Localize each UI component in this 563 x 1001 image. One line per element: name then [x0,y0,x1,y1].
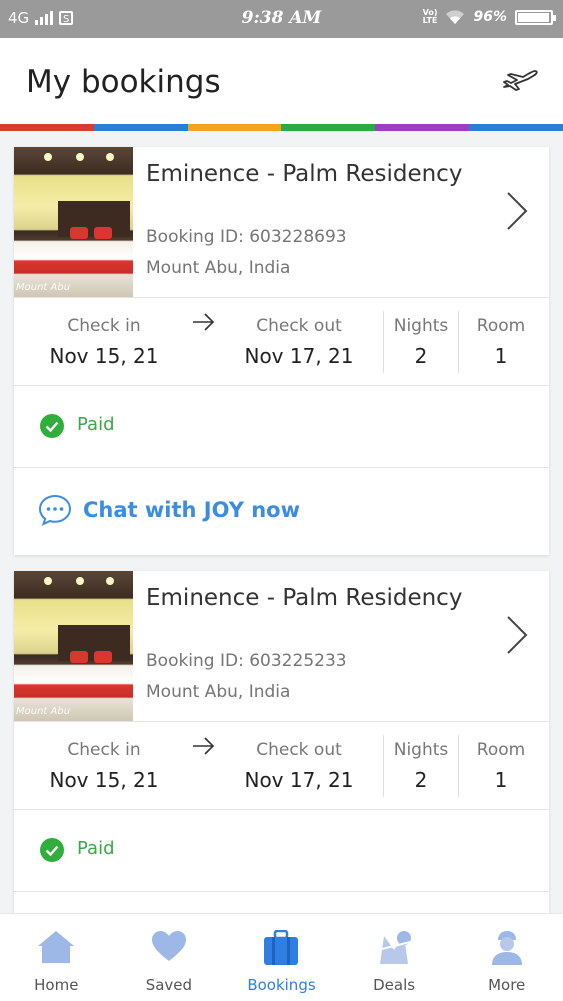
hotel-name: Eminence - Palm Residency [146,585,463,611]
check-out-date: Nov 17, 21 [244,344,354,368]
arrow-right-icon [193,313,215,331]
check-in-date: Nov 15, 21 [49,768,159,792]
check-circle-icon [40,414,64,438]
page-title: My bookings [26,64,221,100]
tab-more-label: More [488,976,526,994]
tab-saved[interactable]: Saved [113,914,226,1001]
check-out-date: Nov 17, 21 [244,768,354,792]
check-in-label: Check in [67,740,141,760]
tab-home[interactable]: Home [0,914,113,1001]
brand-color-bar [0,124,563,131]
check-out-label: Check out [256,316,342,336]
app-header: My bookings [0,38,563,124]
tab-bookings-label: Bookings [247,976,316,994]
payment-status: Paid [14,810,549,892]
nights-count: 2 [414,344,428,368]
thumbnail-watermark: Mount Abu [16,282,71,293]
payment-status: Paid [14,386,549,468]
status-badge: Paid [77,838,115,859]
check-in-label: Check in [67,316,141,336]
tab-bookings[interactable]: Bookings [225,914,338,1001]
nights-count: 2 [414,768,428,792]
room-count: 1 [494,344,508,368]
hotel-thumbnail: Mount Abu [14,571,133,721]
home-icon [38,931,75,963]
nights-label: Nights [393,316,449,336]
booking-id: Booking ID: 603225233 [146,651,347,671]
bottom-nav: Home Saved Bookings Deals More [0,913,563,1001]
booking-card: Mount Abu Eminence - Palm Residency Book… [14,571,549,931]
chat-bubble-icon [38,494,72,526]
check-circle-icon [40,838,64,862]
stay-dates: Check in Nov 15, 21 Check out Nov 17, 21… [14,722,549,810]
booking-id: Booking ID: 603228693 [146,227,347,247]
volte-icon: Vo) LTE [422,8,438,25]
battery-percent: 96% [473,9,507,25]
check-out: Check out Nov 17, 21 [214,740,384,792]
chevron-right-icon[interactable] [505,191,529,231]
wifi-icon [446,9,465,24]
chevron-right-icon[interactable] [505,615,529,655]
nights: Nights 2 [384,740,458,792]
flight-icon[interactable] [501,66,541,96]
heart-icon [151,931,186,961]
check-out-label: Check out [256,740,342,760]
nights: Nights 2 [384,316,458,368]
rooms: Room 1 [459,740,543,792]
hotel-location: Mount Abu, India [146,682,291,702]
profile-icon [491,931,522,965]
tab-deals-label: Deals [373,976,416,994]
hotel-summary[interactable]: Mount Abu Eminence - Palm Residency Book… [14,571,549,722]
check-in: Check in Nov 15, 21 [14,316,194,368]
hotel-summary[interactable]: Mount Abu Eminence - Palm Residency Book… [14,147,549,298]
status-right: Vo) LTE 96% [422,8,556,25]
check-in: Check in Nov 15, 21 [14,740,194,792]
hotel-location: Mount Abu, India [146,258,291,278]
tab-more[interactable]: More [450,914,563,1001]
battery-icon [515,9,556,25]
rooms: Room 1 [459,316,543,368]
hotel-name: Eminence - Palm Residency [146,161,463,187]
hotel-thumbnail: Mount Abu [14,147,133,297]
room-count: 1 [494,768,508,792]
room-label: Room [476,316,526,336]
check-out: Check out Nov 17, 21 [214,316,384,368]
status-bar: 4G S 9:38 AM Vo) LTE 96% [0,0,563,38]
stay-dates: Check in Nov 15, 21 Check out Nov 17, 21… [14,298,549,386]
nights-label: Nights [393,740,449,760]
room-label: Room [476,740,526,760]
booking-card: Mount Abu Eminence - Palm Residency Book… [14,147,549,555]
chat-with-joy-button[interactable]: Chat with JOY now [14,468,549,555]
briefcase-icon [264,930,299,965]
check-in-date: Nov 15, 21 [49,344,159,368]
tab-deals[interactable]: Deals [338,914,451,1001]
deals-icon [377,931,412,964]
tab-home-label: Home [34,976,79,994]
arrow-right-icon [193,737,215,755]
chat-with-joy-label: Chat with JOY now [83,498,300,522]
thumbnail-watermark: Mount Abu [16,706,71,717]
status-badge: Paid [77,414,115,435]
tab-saved-label: Saved [145,976,193,994]
